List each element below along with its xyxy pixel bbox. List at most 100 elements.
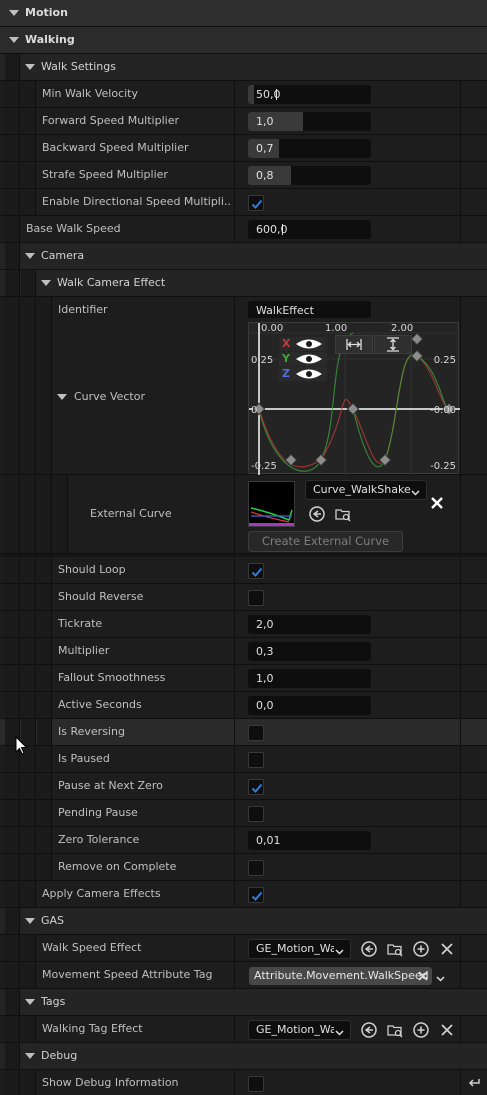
column-splitter[interactable]	[234, 665, 235, 691]
clear-icon[interactable]	[438, 940, 456, 958]
column-splitter[interactable]	[234, 854, 235, 880]
column-splitter[interactable]	[234, 692, 235, 718]
expand-arrow-icon[interactable]	[9, 37, 19, 43]
category-walk-camera-effect-label[interactable]: Walk Camera Effect	[57, 270, 165, 296]
category-gas-label[interactable]: GAS	[41, 908, 64, 934]
fallout-smoothness-input[interactable]: 1,0	[248, 669, 371, 688]
category-tags: Tags	[0, 989, 487, 1016]
column-splitter[interactable]	[234, 962, 235, 988]
category-motion-label[interactable]: Motion	[25, 0, 68, 26]
zero-tolerance-input[interactable]: 0,01	[248, 831, 371, 850]
expand-arrow-icon[interactable]	[25, 1053, 35, 1059]
category-tags-label[interactable]: Tags	[41, 989, 65, 1015]
forward-speed-multiplier-input[interactable]: 1,0	[248, 112, 371, 131]
expand-arrow-icon[interactable]	[25, 253, 35, 259]
column-splitter[interactable]	[234, 108, 235, 134]
use-selected-icon[interactable]	[360, 1021, 378, 1039]
column-splitter[interactable]	[234, 935, 235, 961]
tickrate-input[interactable]: 2,0	[248, 615, 371, 634]
create-external-curve-button[interactable]: Create External Curve	[248, 531, 403, 552]
add-icon[interactable]	[412, 940, 430, 958]
reset-column	[460, 81, 461, 107]
should-reverse-checkbox[interactable]	[248, 590, 264, 606]
eye-icon[interactable]	[295, 368, 323, 383]
column-splitter[interactable]	[234, 81, 235, 107]
active-seconds-input[interactable]: 0,0	[248, 696, 371, 715]
remove-tag-icon[interactable]	[417, 970, 429, 985]
column-splitter[interactable]	[234, 135, 235, 161]
reset-to-default-icon[interactable]	[467, 1077, 481, 1092]
tag-dropdown-icon[interactable]	[436, 972, 445, 985]
column-splitter[interactable]	[234, 800, 235, 826]
reset-column	[460, 216, 461, 242]
column-splitter[interactable]	[234, 638, 235, 664]
column-splitter[interactable]	[234, 475, 235, 553]
use-selected-icon[interactable]	[308, 505, 326, 526]
column-splitter[interactable]	[234, 746, 235, 772]
channel-toggle-y[interactable]: Y	[279, 352, 327, 366]
expand-arrow-icon[interactable]	[41, 280, 51, 286]
category-camera-label[interactable]: Camera	[41, 243, 84, 269]
expand-arrow-icon[interactable]	[9, 10, 19, 16]
category-walk-settings-label[interactable]: Walk Settings	[41, 54, 116, 80]
remove-on-complete-checkbox[interactable]	[248, 860, 264, 876]
enable-directional-checkbox[interactable]	[248, 195, 264, 211]
strafe-speed-multiplier-input[interactable]: 0,8	[248, 166, 371, 185]
column-splitter[interactable]	[234, 881, 235, 907]
apply-camera-effects-checkbox[interactable]	[248, 887, 264, 903]
multiplier-input[interactable]: 0,3	[248, 642, 371, 661]
show-debug-checkbox[interactable]	[248, 1076, 264, 1092]
column-splitter[interactable]	[234, 773, 235, 799]
column-splitter[interactable]	[234, 216, 235, 242]
clear-icon[interactable]	[438, 1021, 456, 1039]
external-curve-combo[interactable]: Curve_WalkShake	[305, 480, 427, 500]
column-splitter[interactable]	[234, 1070, 235, 1095]
column-splitter[interactable]	[234, 557, 235, 583]
keyframe-marker[interactable]	[410, 332, 424, 346]
expand-arrow-icon[interactable]	[57, 394, 67, 400]
expand-arrow-icon[interactable]	[25, 999, 35, 1005]
browse-icon[interactable]	[386, 1021, 404, 1039]
base-walk-speed-input[interactable]: 600,0	[248, 220, 371, 239]
indent-guide	[21, 475, 36, 553]
is-reversing-checkbox[interactable]	[248, 725, 264, 741]
backward-speed-multiplier-input[interactable]: 0,7	[248, 139, 371, 158]
eye-icon[interactable]	[295, 353, 323, 368]
add-icon[interactable]	[412, 1021, 430, 1039]
keyframe-marker[interactable]	[378, 453, 392, 467]
column-splitter[interactable]	[234, 584, 235, 610]
should-loop-checkbox[interactable]	[248, 563, 264, 579]
keyframe-marker[interactable]	[346, 402, 360, 416]
walk-speed-effect-combo[interactable]: GE_Motion_Wa	[248, 939, 351, 959]
curve-editor[interactable]: 0.00 1.00 2.00 0.25 0 -0.25 0.25 -0.00 -0.25 X Y Z	[248, 322, 460, 475]
column-splitter[interactable]	[234, 827, 235, 853]
eye-icon[interactable]	[295, 338, 323, 353]
min-walk-velocity-input[interactable]: 50,0	[248, 85, 371, 104]
walking-tag-effect-combo[interactable]: GE_Motion_Wa	[248, 1020, 351, 1040]
column-splitter[interactable]	[234, 189, 235, 215]
use-selected-icon[interactable]	[360, 940, 378, 958]
channel-toggle-x[interactable]: X	[279, 337, 327, 351]
column-splitter[interactable]	[234, 719, 235, 745]
column-splitter[interactable]	[234, 318, 235, 474]
column-splitter[interactable]	[234, 1016, 235, 1042]
channel-toggle-z[interactable]: Z	[279, 367, 327, 381]
browse-icon[interactable]	[386, 940, 404, 958]
keyframe-marker[interactable]	[314, 453, 328, 467]
clear-curve-icon[interactable]	[430, 496, 444, 513]
fit-vertical-button[interactable]	[374, 335, 412, 354]
browse-icon[interactable]	[334, 505, 352, 526]
pause-at-next-zero-checkbox[interactable]	[248, 779, 264, 795]
movement-speed-tag-chip[interactable]: Attribute.Movement.WalkSpeed	[249, 967, 432, 985]
expand-arrow-icon[interactable]	[25, 64, 35, 70]
expand-arrow-icon[interactable]	[25, 918, 35, 924]
fit-horizontal-button[interactable]	[335, 335, 373, 354]
curve-thumbnail[interactable]	[248, 481, 295, 527]
column-splitter[interactable]	[234, 611, 235, 637]
category-debug-label[interactable]: Debug	[41, 1043, 77, 1069]
pending-pause-checkbox[interactable]	[248, 806, 264, 822]
is-paused-checkbox[interactable]	[248, 752, 264, 768]
y-tick-label-right: -0.25	[430, 461, 456, 472]
category-walking-label[interactable]: Walking	[25, 27, 75, 53]
column-splitter[interactable]	[234, 162, 235, 188]
